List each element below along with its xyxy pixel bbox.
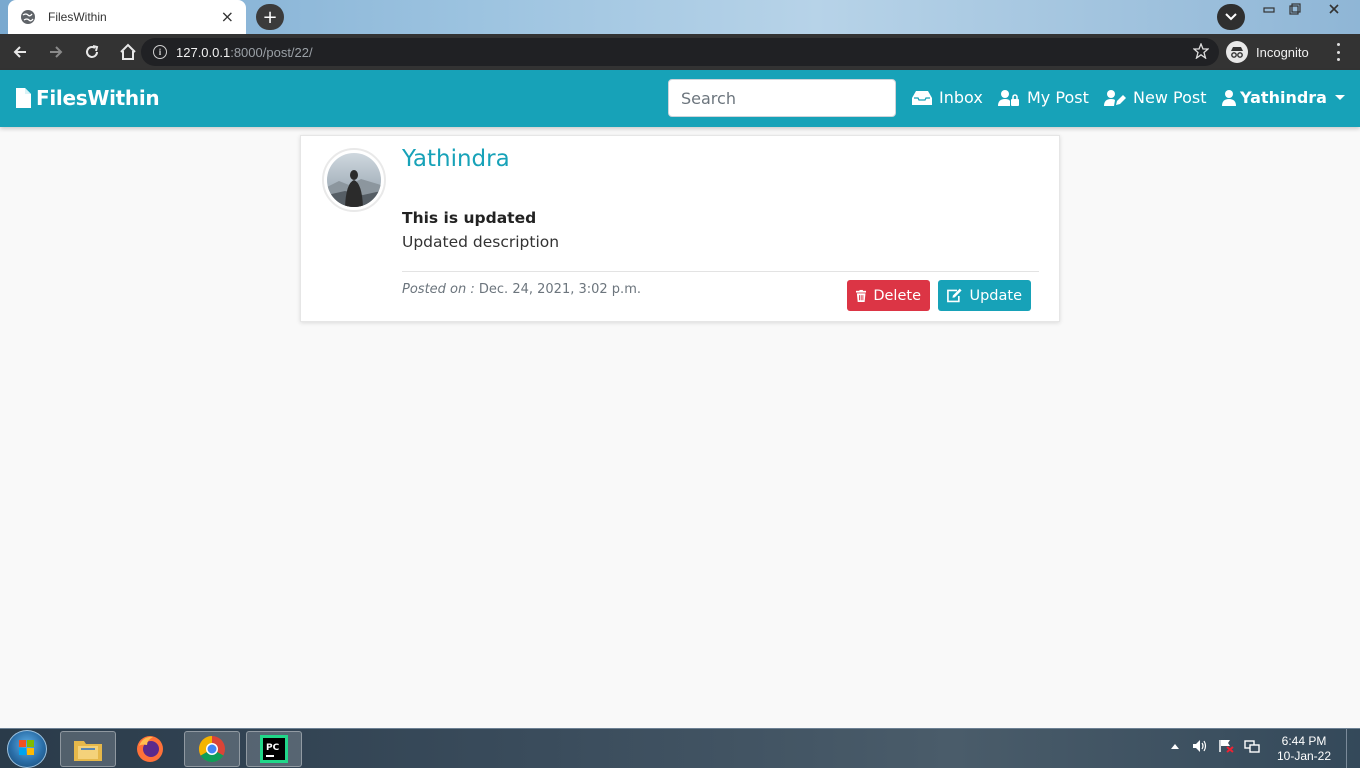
posted-on-label: Posted on : bbox=[402, 282, 475, 297]
close-window-button[interactable] bbox=[1312, 0, 1356, 18]
taskbar-chrome[interactable] bbox=[184, 731, 240, 767]
incognito-label: Incognito bbox=[1256, 44, 1309, 60]
divider bbox=[402, 271, 1039, 272]
system-tray bbox=[1170, 739, 1260, 753]
nav-inbox[interactable]: Inbox bbox=[912, 88, 983, 107]
firefox-icon bbox=[137, 736, 163, 762]
clock-time: 6:44 PM bbox=[1281, 734, 1327, 748]
nav-new-post-label: New Post bbox=[1133, 88, 1207, 107]
delete-label: Delete bbox=[873, 287, 921, 304]
post-card: Yathindra This is updated Updated descri… bbox=[300, 135, 1060, 322]
home-button[interactable] bbox=[112, 36, 144, 68]
nav-new-post[interactable]: New Post bbox=[1104, 88, 1206, 107]
show-desktop-button[interactable] bbox=[1346, 729, 1360, 768]
taskbar-pycharm[interactable]: PC bbox=[246, 731, 302, 767]
close-icon bbox=[1329, 4, 1339, 14]
bookmark-star-icon[interactable] bbox=[1193, 43, 1209, 59]
post-title: This is updated bbox=[402, 209, 537, 227]
tray-arrow-up-icon[interactable] bbox=[1170, 742, 1180, 750]
update-label: Update bbox=[969, 287, 1022, 304]
url-host: 127.0.0.1 bbox=[176, 44, 231, 60]
nav-my-post[interactable]: My Post bbox=[998, 88, 1089, 107]
browser-toolbar: i 127.0.0.1:8000/post/22/ Incognito bbox=[0, 34, 1360, 70]
chevron-down-icon bbox=[1225, 13, 1237, 21]
post-description: Updated description bbox=[402, 233, 560, 251]
nav-inbox-label: Inbox bbox=[939, 88, 983, 107]
tab-close-icon[interactable]: × bbox=[221, 9, 234, 25]
globe-icon bbox=[21, 10, 35, 24]
trash-icon bbox=[856, 289, 867, 302]
info-icon[interactable]: i bbox=[153, 45, 167, 59]
avatar bbox=[322, 148, 386, 212]
caret-down-icon bbox=[1334, 95, 1345, 100]
folder-icon bbox=[74, 741, 102, 761]
incognito-indicator[interactable]: Incognito bbox=[1226, 39, 1309, 65]
address-bar[interactable]: i 127.0.0.1:8000/post/22/ bbox=[141, 38, 1219, 66]
taskbar-clock[interactable]: 6:44 PM 10-Jan-22 bbox=[1272, 734, 1336, 764]
nav-user-label: Yathindra bbox=[1240, 88, 1327, 107]
pycharm-icon: PC bbox=[260, 735, 288, 763]
edit-icon bbox=[947, 288, 962, 303]
restore-icon bbox=[1289, 3, 1301, 15]
action-center-icon[interactable] bbox=[1218, 739, 1234, 753]
user-lock-icon bbox=[998, 89, 1019, 106]
update-button[interactable]: Update bbox=[938, 280, 1031, 311]
reload-icon bbox=[86, 45, 99, 58]
brand-name: FilesWithin bbox=[36, 86, 160, 110]
minimize-button[interactable] bbox=[1258, 0, 1280, 18]
network-icon[interactable] bbox=[1244, 739, 1260, 753]
forward-button[interactable] bbox=[40, 36, 72, 68]
home-icon bbox=[120, 43, 136, 60]
nav-my-post-label: My Post bbox=[1027, 88, 1089, 107]
user-edit-icon bbox=[1104, 89, 1126, 106]
taskbar-file-explorer[interactable] bbox=[60, 731, 116, 767]
browser-menu-icon[interactable] bbox=[1331, 43, 1345, 61]
minimize-icon bbox=[1263, 7, 1275, 13]
volume-icon[interactable] bbox=[1192, 739, 1208, 753]
reload-button[interactable] bbox=[76, 36, 108, 68]
start-button[interactable] bbox=[7, 730, 47, 768]
new-tab-button[interactable]: + bbox=[256, 4, 284, 30]
chrome-icon bbox=[198, 735, 225, 763]
restore-button[interactable] bbox=[1284, 0, 1306, 18]
clock-date: 10-Jan-22 bbox=[1276, 749, 1332, 763]
incognito-icon bbox=[1226, 41, 1248, 63]
taskbar-firefox[interactable] bbox=[122, 731, 178, 767]
delete-button[interactable]: Delete bbox=[847, 280, 930, 311]
browser-tab[interactable]: FilesWithin × bbox=[8, 0, 246, 34]
posted-on-date: Dec. 24, 2021, 3:02 p.m. bbox=[478, 282, 641, 297]
brand-link[interactable]: FilesWithin bbox=[16, 86, 160, 110]
url-path: :8000/post/22/ bbox=[230, 44, 313, 60]
app-navbar: FilesWithin Inbox My Post New Post Yathi… bbox=[0, 70, 1360, 127]
tab-search-button[interactable] bbox=[1217, 4, 1245, 30]
search-input[interactable] bbox=[668, 79, 896, 117]
inbox-icon bbox=[912, 90, 932, 105]
nav-user-dropdown[interactable]: Yathindra bbox=[1222, 88, 1345, 107]
post-author[interactable]: Yathindra bbox=[402, 146, 510, 172]
avatar-image bbox=[327, 153, 381, 207]
arrow-right-icon bbox=[50, 46, 63, 58]
os-taskbar: PC 6:44 PM 10-Jan-22 bbox=[0, 728, 1360, 768]
posted-on: Posted on : Dec. 24, 2021, 3:02 p.m. bbox=[402, 282, 641, 297]
user-icon bbox=[1222, 89, 1236, 106]
svg-text:PC: PC bbox=[266, 743, 280, 753]
arrow-left-icon bbox=[13, 46, 26, 58]
windows-logo-icon bbox=[19, 740, 34, 755]
file-icon bbox=[16, 88, 31, 108]
tab-title: FilesWithin bbox=[48, 10, 107, 24]
browser-tab-strip: FilesWithin × + bbox=[0, 0, 1360, 34]
back-button[interactable] bbox=[4, 36, 36, 68]
